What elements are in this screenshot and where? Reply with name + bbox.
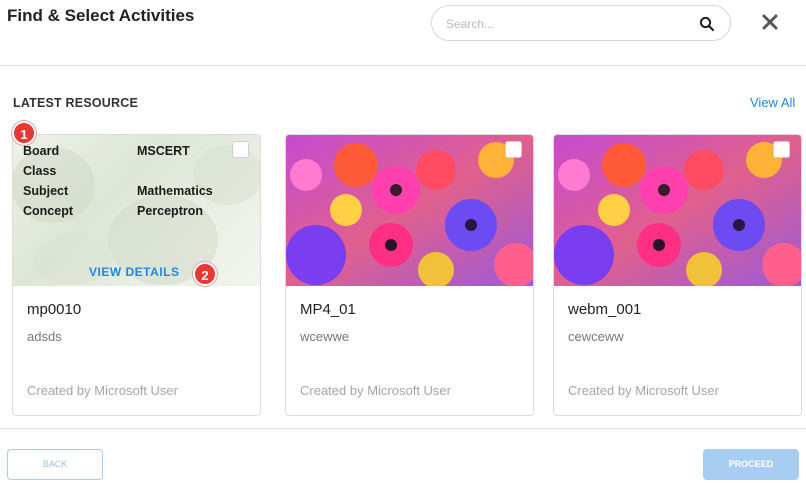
proceed-button[interactable]: PROCEED: [703, 449, 799, 480]
select-checkbox[interactable]: [505, 141, 522, 158]
detail-value: Mathematics: [137, 184, 213, 198]
resource-description: adsds: [27, 329, 62, 344]
resource-name: MP4_01: [300, 301, 356, 318]
resource-description: cewceww: [568, 329, 624, 344]
detail-key: Class: [23, 164, 57, 178]
search-input[interactable]: [446, 15, 686, 33]
resource-card[interactable]: Board MSCERT Class Subject Mathematics C…: [12, 134, 261, 416]
view-all-link[interactable]: View All: [750, 95, 795, 110]
flower-image: [286, 135, 533, 286]
resource-description: wcewwe: [300, 329, 350, 344]
resource-name: webm_001: [568, 301, 642, 318]
detail-key: Board: [23, 144, 60, 158]
select-checkbox[interactable]: [773, 141, 790, 158]
detail-key: Concept: [23, 204, 73, 218]
resource-creator: Created by Microsoft User: [27, 383, 178, 398]
detail-row-board: Board MSCERT: [23, 144, 243, 164]
view-details-link[interactable]: VIEW DETAILS: [89, 265, 179, 279]
card-details-overlay: Board MSCERT Class Subject Mathematics C…: [13, 135, 260, 286]
detail-value: MSCERT: [137, 144, 190, 158]
card-details-list: Board MSCERT Class Subject Mathematics C…: [23, 144, 243, 224]
card-thumbnail: [554, 135, 801, 286]
footer-divider: [0, 428, 806, 429]
resource-card[interactable]: webm_001 cewceww Created by Microsoft Us…: [553, 134, 802, 416]
detail-key: Subject: [23, 184, 69, 198]
dialog-title: Find & Select Activities: [7, 6, 195, 25]
detail-row-class: Class: [23, 164, 243, 184]
resource-card[interactable]: MP4_01 wcewwe Created by Microsoft User: [285, 134, 534, 416]
step-badge-2: 2: [193, 262, 217, 286]
resource-creator: Created by Microsoft User: [568, 383, 719, 398]
detail-value: Perceptron: [137, 204, 203, 218]
search-icon[interactable]: [699, 16, 715, 32]
detail-row-concept: Concept Perceptron: [23, 204, 243, 224]
back-button[interactable]: BACK: [7, 449, 103, 480]
select-checkbox[interactable]: [232, 141, 249, 158]
dialog-header: Find & Select Activities: [0, 0, 806, 66]
flower-image: [554, 135, 801, 286]
search-box[interactable]: [431, 5, 731, 41]
resource-creator: Created by Microsoft User: [300, 383, 451, 398]
section-title: LATEST RESOURCE: [13, 96, 138, 110]
detail-row-subject: Subject Mathematics: [23, 184, 243, 204]
step-badge-1: 1: [12, 121, 36, 145]
close-icon[interactable]: [760, 12, 780, 32]
card-thumbnail: [286, 135, 533, 286]
resource-name: mp0010: [27, 301, 82, 318]
